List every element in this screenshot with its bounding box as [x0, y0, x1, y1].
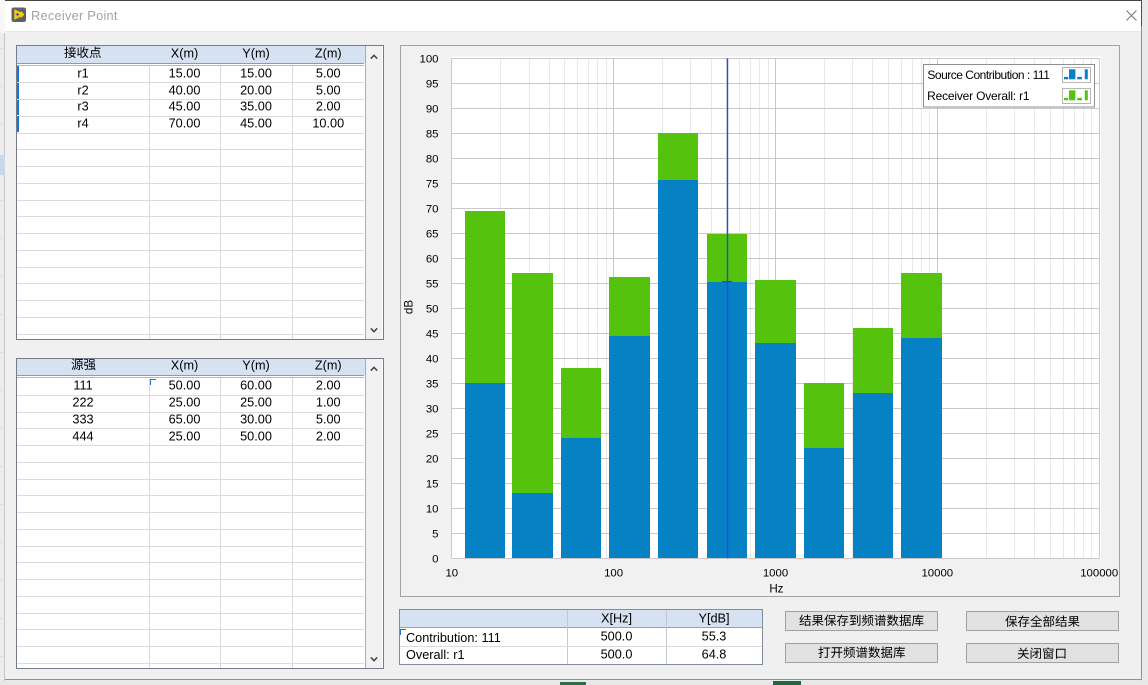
- svg-text:100: 100: [419, 53, 438, 65]
- svg-text:Hz: Hz: [769, 583, 783, 596]
- svg-text:30: 30: [426, 403, 439, 415]
- svg-text:75: 75: [426, 178, 439, 190]
- svg-text:100: 100: [604, 567, 623, 579]
- svg-text:35: 35: [426, 378, 439, 390]
- svg-text:90: 90: [426, 103, 439, 115]
- svg-text:50: 50: [426, 303, 439, 315]
- svg-text:1000: 1000: [763, 567, 788, 579]
- svg-text:100000: 100000: [1080, 567, 1118, 579]
- svg-text:15: 15: [426, 478, 439, 490]
- svg-text:45: 45: [426, 328, 439, 340]
- svg-text:40: 40: [426, 353, 439, 365]
- svg-text:70: 70: [426, 203, 439, 215]
- svg-text:60: 60: [426, 253, 439, 265]
- svg-text:65: 65: [426, 228, 439, 240]
- svg-text:80: 80: [426, 153, 439, 165]
- svg-text:5: 5: [432, 528, 438, 540]
- svg-text:dB: dB: [403, 300, 416, 314]
- svg-text:Receiver Overall: r1: Receiver Overall: r1: [927, 89, 1030, 103]
- svg-text:10: 10: [445, 567, 458, 579]
- svg-text:25: 25: [426, 428, 439, 440]
- svg-text:55: 55: [426, 278, 439, 290]
- svg-text:0: 0: [432, 553, 438, 565]
- svg-text:20: 20: [426, 453, 439, 465]
- svg-text:10: 10: [426, 503, 439, 515]
- svg-text:10000: 10000: [921, 567, 953, 579]
- svg-text:Source Contribution : 111: Source Contribution : 111: [927, 68, 1050, 82]
- svg-text:85: 85: [426, 128, 439, 140]
- svg-text:95: 95: [426, 78, 439, 90]
